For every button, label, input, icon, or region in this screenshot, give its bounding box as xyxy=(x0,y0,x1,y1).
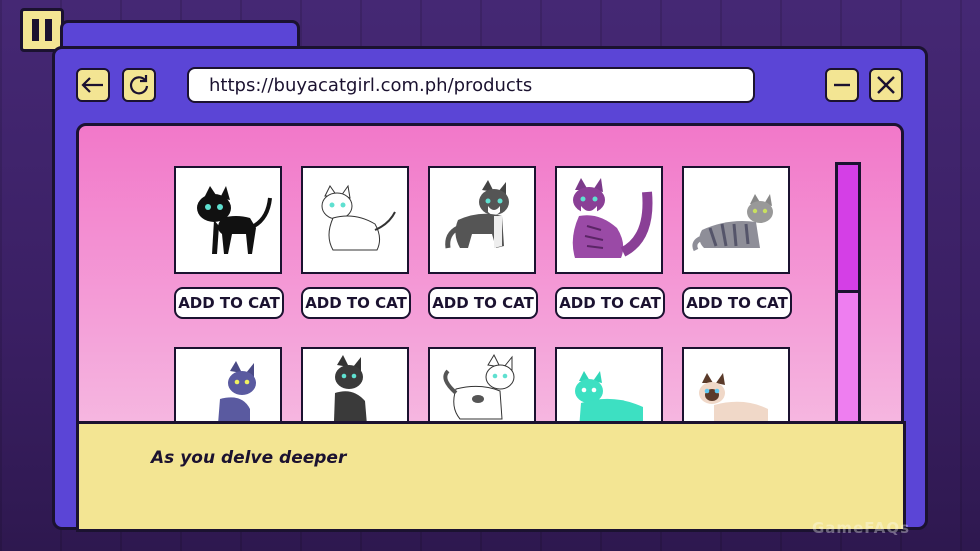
url-bar[interactable]: https://buyacatgirl.com.ph/products xyxy=(187,67,755,103)
product-card-purple-striped-cat[interactable] xyxy=(555,166,663,274)
dialog-text: As you delve deeper xyxy=(151,448,347,468)
add-to-cat-button-2[interactable]: ADD TO CAT xyxy=(301,287,411,319)
minimize-button[interactable] xyxy=(825,68,859,102)
close-icon xyxy=(877,76,895,94)
white-cat-image xyxy=(321,184,396,251)
product-card-gray-tabby-cat[interactable] xyxy=(682,166,790,274)
dialog-box[interactable]: As you delve deeper xyxy=(76,421,906,532)
add-to-cat-button-1[interactable]: ADD TO CAT xyxy=(174,287,284,319)
refresh-button[interactable] xyxy=(122,68,156,102)
add-to-cat-button-4[interactable]: ADD TO CAT xyxy=(555,287,665,319)
add-to-cat-button-3[interactable]: ADD TO CAT xyxy=(428,287,538,319)
refresh-icon xyxy=(129,75,149,95)
minimize-icon xyxy=(834,83,850,87)
watermark: GameFAQs xyxy=(812,519,911,537)
arrow-left-icon xyxy=(81,77,103,93)
purple-striped-cat-image xyxy=(572,178,653,258)
product-card-black-cat[interactable] xyxy=(174,166,282,274)
product-card-gray-white-cat[interactable] xyxy=(428,166,536,274)
pause-icon xyxy=(32,19,39,41)
black-cat-image xyxy=(197,186,272,254)
add-to-cat-button-5[interactable]: ADD TO CAT xyxy=(682,287,792,319)
gray-white-cat-image xyxy=(445,180,509,249)
back-button[interactable] xyxy=(76,68,110,102)
pause-button[interactable] xyxy=(20,8,64,52)
gray-tabby-cat-image xyxy=(692,194,773,252)
close-button[interactable] xyxy=(869,68,903,102)
scrollbar[interactable] xyxy=(835,162,861,432)
scrollbar-thumb[interactable] xyxy=(838,165,858,293)
pause-icon-bar xyxy=(45,19,52,41)
url-text: https://buyacatgirl.com.ph/products xyxy=(209,74,533,96)
product-card-white-cat[interactable] xyxy=(301,166,409,274)
